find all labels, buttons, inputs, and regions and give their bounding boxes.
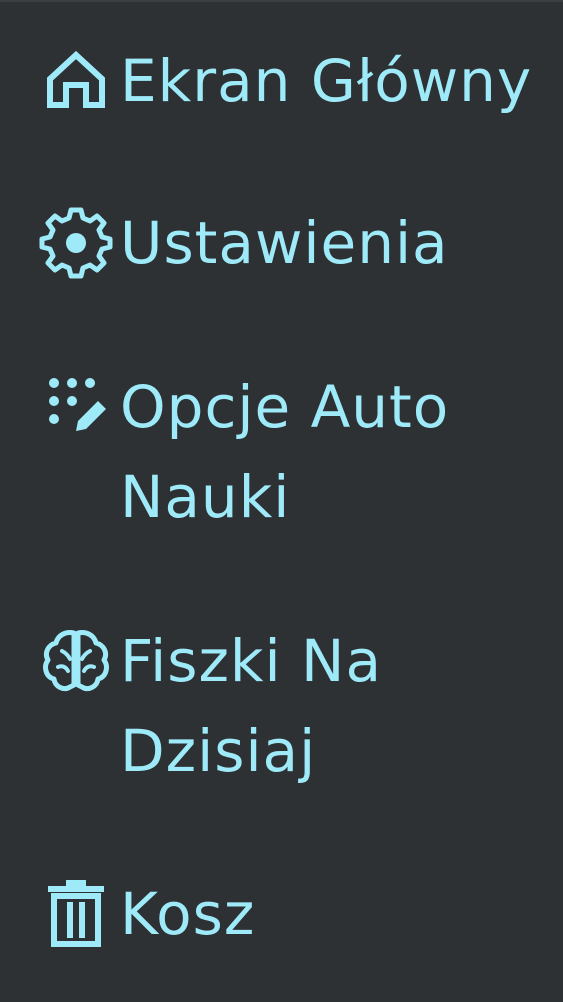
- nav-item-trash-label: Kosz: [120, 880, 256, 948]
- nav-item-flashcards-today-label: Fiszki Na Dzisiaj: [120, 627, 382, 785]
- nav-item-auto-learning-label: Opcje Auto Nauki: [120, 373, 450, 531]
- gear-icon: [39, 207, 113, 279]
- nav-item-home-label: Ekran Główny: [120, 47, 533, 115]
- nav-item-settings-label: Ustawienia: [120, 209, 449, 277]
- trash-icon: [40, 878, 112, 950]
- nav-item-home[interactable]: Ekran Główny: [40, 45, 550, 126]
- nav-item-trash[interactable]: Kosz: [40, 878, 550, 959]
- home-icon: [40, 45, 112, 117]
- dots-pencil-icon: [40, 371, 112, 443]
- navigation-drawer: Ekran Główny Ustawienia Opcje Auto Nauki: [0, 0, 563, 1002]
- nav-item-settings[interactable]: Ustawienia: [39, 207, 550, 288]
- nav-item-auto-learning[interactable]: Opcje Auto Nauki: [40, 371, 550, 542]
- nav-item-flashcards-today[interactable]: Fiszki Na Dzisiaj: [40, 625, 550, 796]
- brain-icon: [40, 625, 112, 697]
